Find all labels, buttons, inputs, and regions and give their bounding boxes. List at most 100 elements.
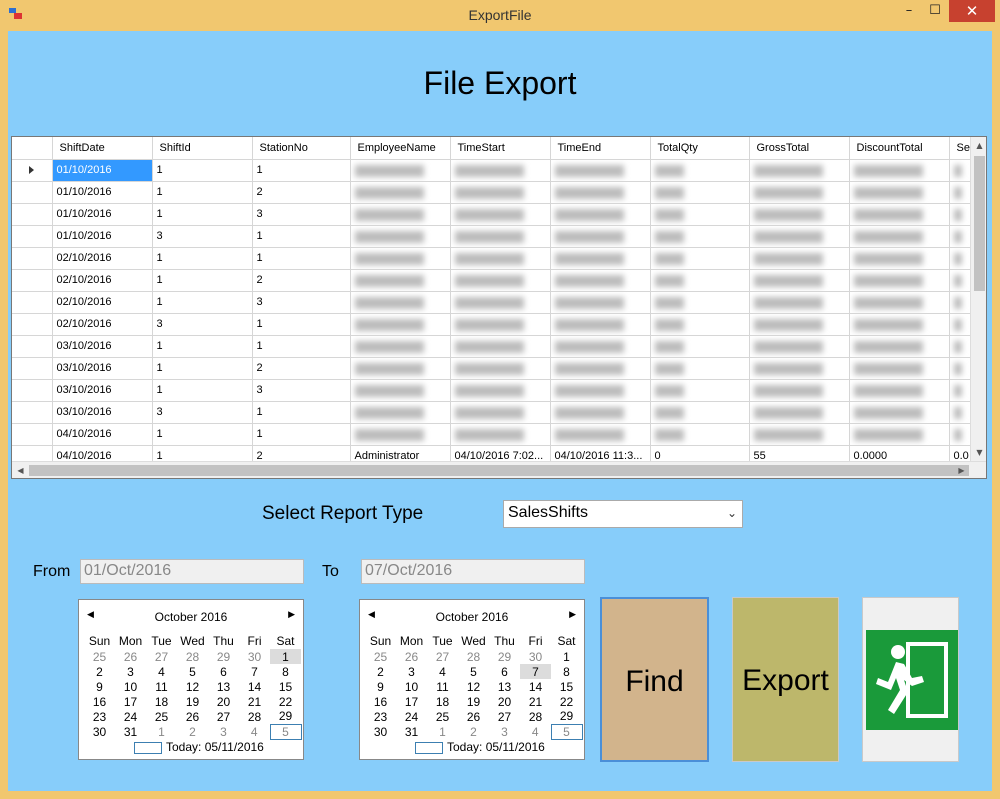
table-cell[interactable]: .: [350, 181, 451, 204]
table-cell[interactable]: 1: [152, 423, 253, 446]
calendar-day[interactable]: 26: [396, 649, 427, 664]
calendar-day[interactable]: 25: [84, 649, 115, 664]
table-cell[interactable]: .: [350, 423, 451, 446]
calendar-day[interactable]: 4: [239, 724, 270, 739]
row-header[interactable]: [12, 203, 53, 226]
calendar-day[interactable]: 1: [270, 649, 301, 664]
calendar-today[interactable]: Today: 05/11/2016: [134, 740, 264, 754]
table-cell[interactable]: .: [450, 291, 551, 314]
data-grid[interactable]: ShiftDate ShiftId StationNo EmployeeName Tim…: [11, 136, 987, 479]
table-cell[interactable]: .: [450, 379, 551, 402]
calendar-day[interactable]: 10: [396, 679, 427, 694]
calendar-day[interactable]: 29: [489, 649, 520, 664]
calendar-day[interactable]: 16: [84, 694, 115, 709]
calendar-day[interactable]: 5: [458, 664, 489, 679]
table-cell[interactable]: .: [650, 335, 750, 358]
calendar-day[interactable]: 20: [489, 694, 520, 709]
table-cell[interactable]: 2: [252, 357, 351, 380]
next-month-icon[interactable]: ▶: [569, 609, 576, 620]
table-cell[interactable]: .: [350, 357, 451, 380]
scroll-down-icon[interactable]: ▼: [971, 444, 986, 461]
table-cell[interactable]: .: [749, 401, 850, 424]
calendar-day[interactable]: 3: [115, 664, 146, 679]
table-cell[interactable]: .: [749, 335, 850, 358]
calendar-day[interactable]: 13: [489, 679, 520, 694]
table-cell[interactable]: .: [550, 181, 651, 204]
table-row[interactable]: 02/10/201611.......: [12, 247, 980, 270]
table-cell[interactable]: 1: [152, 159, 253, 182]
row-header[interactable]: [12, 313, 53, 336]
column-header[interactable]: ShiftId: [152, 137, 253, 160]
table-row[interactable]: 03/10/201612.......: [12, 357, 980, 380]
table-cell[interactable]: .: [650, 401, 750, 424]
calendar-day[interactable]: 7: [520, 664, 551, 679]
table-cell[interactable]: .: [749, 423, 850, 446]
table-cell[interactable]: .: [849, 291, 950, 314]
table-row[interactable]: 02/10/201612.......: [12, 269, 980, 292]
row-header[interactable]: [12, 401, 53, 424]
table-cell[interactable]: 01/10/2016: [52, 225, 153, 248]
table-cell[interactable]: .: [450, 269, 551, 292]
table-cell[interactable]: .: [450, 313, 551, 336]
table-cell[interactable]: .: [650, 225, 750, 248]
calendar-day[interactable]: 2: [365, 664, 396, 679]
calendar-day[interactable]: 16: [365, 694, 396, 709]
table-cell[interactable]: .: [749, 357, 850, 380]
minimize-button[interactable]: –: [896, 0, 922, 22]
calendar-day[interactable]: 6: [489, 664, 520, 679]
table-cell[interactable]: .: [849, 247, 950, 270]
table-cell[interactable]: 02/10/2016: [52, 247, 153, 270]
calendar-day[interactable]: 28: [458, 649, 489, 664]
table-cell[interactable]: .: [450, 357, 551, 380]
calendar-day[interactable]: 26: [115, 649, 146, 664]
table-cell[interactable]: .: [450, 423, 551, 446]
table-cell[interactable]: 02/10/2016: [52, 269, 153, 292]
table-row[interactable]: 02/10/201631.......: [12, 313, 980, 336]
table-cell[interactable]: .: [849, 203, 950, 226]
table-cell[interactable]: 04/10/2016: [52, 423, 153, 446]
calendar-day[interactable]: 1: [146, 724, 177, 739]
chevron-down-icon[interactable]: ⌄: [727, 506, 737, 520]
export-button[interactable]: Export: [732, 597, 839, 762]
table-cell[interactable]: 1: [152, 269, 253, 292]
table-cell[interactable]: 2: [252, 181, 351, 204]
calendar-day[interactable]: 31: [115, 724, 146, 739]
table-cell[interactable]: .: [450, 335, 551, 358]
calendar-day[interactable]: 29: [270, 709, 301, 724]
scroll-up-icon[interactable]: ▲: [971, 137, 986, 154]
row-header[interactable]: [12, 269, 53, 292]
calendar-day[interactable]: 13: [208, 679, 239, 694]
calendar-day[interactable]: 15: [270, 679, 301, 694]
table-cell[interactable]: .: [450, 247, 551, 270]
table-cell[interactable]: 02/10/2016: [52, 291, 153, 314]
horizontal-scrollbar[interactable]: ◀ ▶: [12, 461, 986, 478]
table-cell[interactable]: 01/10/2016: [52, 181, 153, 204]
table-cell[interactable]: .: [650, 379, 750, 402]
table-cell[interactable]: 1: [252, 313, 351, 336]
calendar-day[interactable]: 18: [427, 694, 458, 709]
from-date-field[interactable]: 01/Oct/2016: [80, 559, 304, 584]
column-header[interactable]: TimeStart: [450, 137, 551, 160]
calendar-day[interactable]: 25: [365, 649, 396, 664]
table-cell[interactable]: .: [450, 225, 551, 248]
table-cell[interactable]: .: [650, 269, 750, 292]
calendar-day[interactable]: 26: [177, 709, 208, 724]
table-cell[interactable]: .: [350, 379, 451, 402]
table-cell[interactable]: .: [550, 247, 651, 270]
calendar-day[interactable]: 14: [239, 679, 270, 694]
calendar-day[interactable]: 2: [177, 724, 208, 739]
table-cell[interactable]: .: [550, 423, 651, 446]
calendar-day[interactable]: 19: [458, 694, 489, 709]
table-cell[interactable]: 1: [152, 335, 253, 358]
row-header[interactable]: [12, 159, 53, 182]
table-cell[interactable]: .: [450, 401, 551, 424]
calendar-day[interactable]: 25: [146, 709, 177, 724]
table-cell[interactable]: 01/10/2016: [52, 203, 153, 226]
calendar-day[interactable]: 29: [551, 709, 582, 724]
next-month-icon[interactable]: ▶: [288, 609, 295, 620]
table-cell[interactable]: .: [749, 181, 850, 204]
table-cell[interactable]: 1: [152, 203, 253, 226]
table-cell[interactable]: 1: [252, 423, 351, 446]
table-row[interactable]: 03/10/201631.......: [12, 401, 980, 424]
scroll-right-icon[interactable]: ▶: [953, 462, 970, 478]
